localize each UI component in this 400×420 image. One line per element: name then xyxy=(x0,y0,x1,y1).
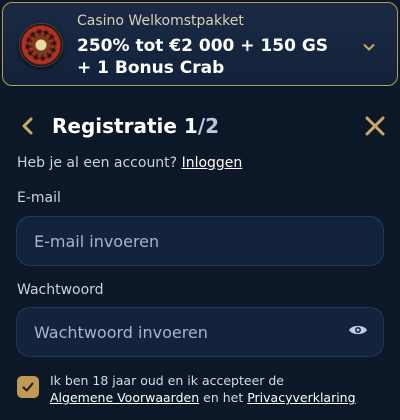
consent-text-start: Ik ben 18 jaar oud en ik accepteer de xyxy=(50,373,285,388)
consent-checkbox[interactable] xyxy=(17,376,39,398)
page-title: Registratie 1/2 xyxy=(52,114,219,138)
bonus-label: Casino Welkomstpakket xyxy=(77,13,244,29)
close-icon[interactable] xyxy=(364,115,386,137)
welcome-bonus-banner[interactable]: Casino Welkomstpakket 250% tot €2 000 + … xyxy=(2,2,398,86)
account-prompt: Heb je al een account? Inloggen xyxy=(17,155,242,171)
login-link[interactable]: Inloggen xyxy=(182,155,243,171)
consent-text: Ik ben 18 jaar oud en ik accepteer de Al… xyxy=(50,372,380,406)
eye-icon[interactable] xyxy=(348,323,368,337)
password-label: Wachtwoord xyxy=(17,282,104,298)
chevron-down-icon[interactable] xyxy=(363,41,375,53)
privacy-link[interactable]: Privacyverklaring xyxy=(247,390,355,405)
terms-link[interactable]: Algemene Voorwaarden xyxy=(50,390,199,405)
email-label: E-mail xyxy=(17,190,61,206)
step-total: 2 xyxy=(205,114,220,138)
title-text: Registratie 1 xyxy=(52,114,198,138)
consent-text-middle: en het xyxy=(203,390,244,405)
registration-page: Casino Welkomstpakket 250% tot €2 000 + … xyxy=(0,0,400,420)
account-question: Heb je al een account? xyxy=(17,155,178,171)
password-field[interactable] xyxy=(16,307,384,357)
roulette-wheel-icon xyxy=(19,23,63,67)
checkmark-icon xyxy=(22,382,34,392)
chevron-left-icon[interactable] xyxy=(18,116,38,136)
bonus-title: 250% tot €2 000 + 150 GS + 1 Bonus Crab xyxy=(77,36,329,78)
email-field[interactable] xyxy=(16,216,384,266)
